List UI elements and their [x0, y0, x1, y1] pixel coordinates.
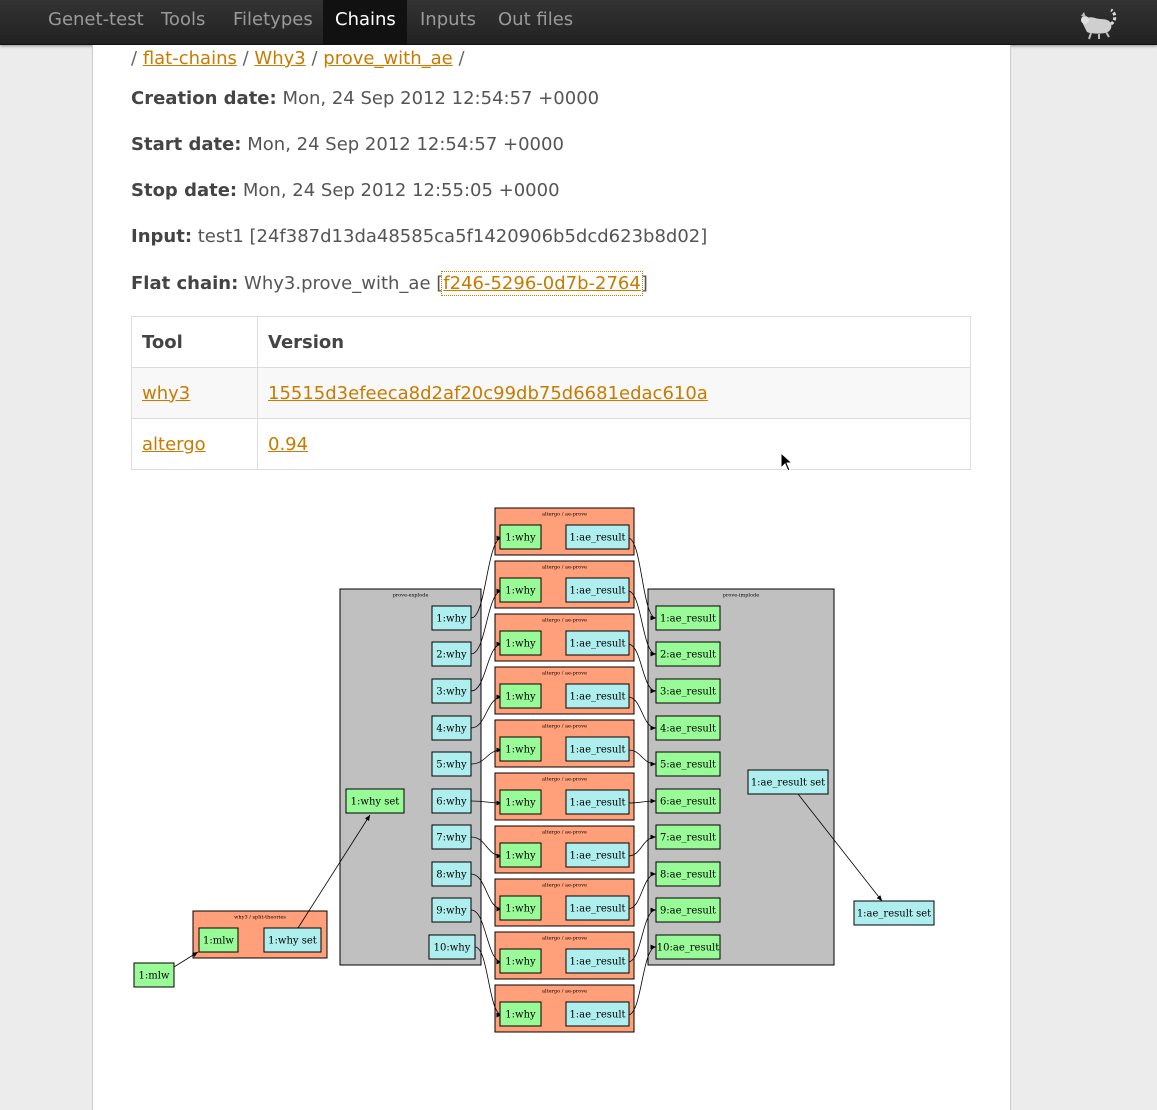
mouse-pointer-icon — [780, 452, 794, 472]
start-date: Start date: Mon, 24 Sep 2012 12:54:57 +0… — [131, 134, 564, 155]
column-header-tool: Tool — [131, 316, 258, 368]
start-date-value: Mon, 24 Sep 2012 12:54:57 +0000 — [247, 134, 564, 155]
input-info: Input: test1 [24f387d13da48585ca5f142090… — [131, 226, 707, 247]
breadcrumb-separator: / — [242, 48, 249, 69]
creation-date: Creation date: Mon, 24 Sep 2012 12:54:57… — [131, 88, 599, 109]
tool-version-table: Tool Version why3 15515d3efeeca8d2af20c9… — [131, 316, 971, 470]
tool-link-altergo[interactable]: altergo — [142, 434, 206, 455]
tool-cell: altergo — [131, 418, 258, 470]
breadcrumb-prove-with-ae[interactable]: prove_with_ae — [323, 48, 452, 69]
flat-chain-label: Flat chain: — [131, 273, 239, 294]
table-row: altergo 0.94 — [131, 418, 971, 470]
input-value: test1 [24f387d13da48585ca5f1420906b5dcd6… — [197, 226, 708, 247]
flat-chain-value: Why3.prove_with_ae [ — [244, 273, 444, 294]
nav-chains[interactable]: Chains — [323, 0, 407, 44]
breadcrumb-separator: / — [311, 48, 318, 69]
breadcrumb: / flat-chains / Why3 / prove_with_ae / — [131, 48, 465, 69]
tool-cell: why3 — [131, 367, 258, 419]
input-label: Input: — [131, 226, 193, 247]
table-row: why3 15515d3efeeca8d2af20c99db75d6681eda… — [131, 367, 971, 419]
stop-date-value: Mon, 24 Sep 2012 12:55:05 +0000 — [242, 180, 560, 201]
table-header-row: Tool Version — [131, 316, 971, 368]
version-link-why3[interactable]: 15515d3efeeca8d2af20c99db75d6681edac610a — [268, 383, 708, 404]
version-cell: 0.94 — [257, 418, 971, 470]
version-cell: 15515d3efeeca8d2af20c99db75d6681edac610a — [257, 367, 971, 419]
version-link-altergo[interactable]: 0.94 — [268, 434, 308, 455]
main-content: / flat-chains / Why3 / prove_with_ae / C… — [92, 45, 1011, 1110]
flat-chain-id-link[interactable]: f246-5296-0d7b-2764 — [441, 271, 643, 296]
nav-genet-test[interactable]: Genet-test — [36, 0, 156, 44]
breadcrumb-separator: / — [458, 48, 465, 69]
breadcrumb-why3[interactable]: Why3 — [254, 48, 305, 69]
breadcrumb-separator: / — [131, 48, 138, 69]
nav-out-files[interactable]: Out files — [486, 0, 585, 44]
lemur-logo-icon[interactable] — [1077, 6, 1117, 40]
nav-inputs[interactable]: Inputs — [408, 0, 488, 44]
column-header-version: Version — [257, 316, 971, 368]
stop-date: Stop date: Mon, 24 Sep 2012 12:55:05 +00… — [131, 180, 560, 201]
nav-tools[interactable]: Tools — [149, 0, 217, 44]
top-navbar: Genet-test Tools Filetypes Chains Inputs… — [0, 0, 1157, 45]
creation-date-value: Mon, 24 Sep 2012 12:54:57 +0000 — [282, 88, 600, 109]
start-date-label: Start date: — [131, 134, 242, 155]
breadcrumb-flat-chains[interactable]: flat-chains — [143, 48, 237, 69]
flat-chain-bracket: ] — [640, 273, 648, 294]
nav-filetypes[interactable]: Filetypes — [221, 0, 325, 44]
flat-chain-info: Flat chain: Why3.prove_with_ae [f246-529… — [131, 271, 648, 296]
creation-date-label: Creation date: — [131, 88, 277, 109]
tool-link-why3[interactable]: why3 — [142, 383, 190, 404]
stop-date-label: Stop date: — [131, 180, 238, 201]
